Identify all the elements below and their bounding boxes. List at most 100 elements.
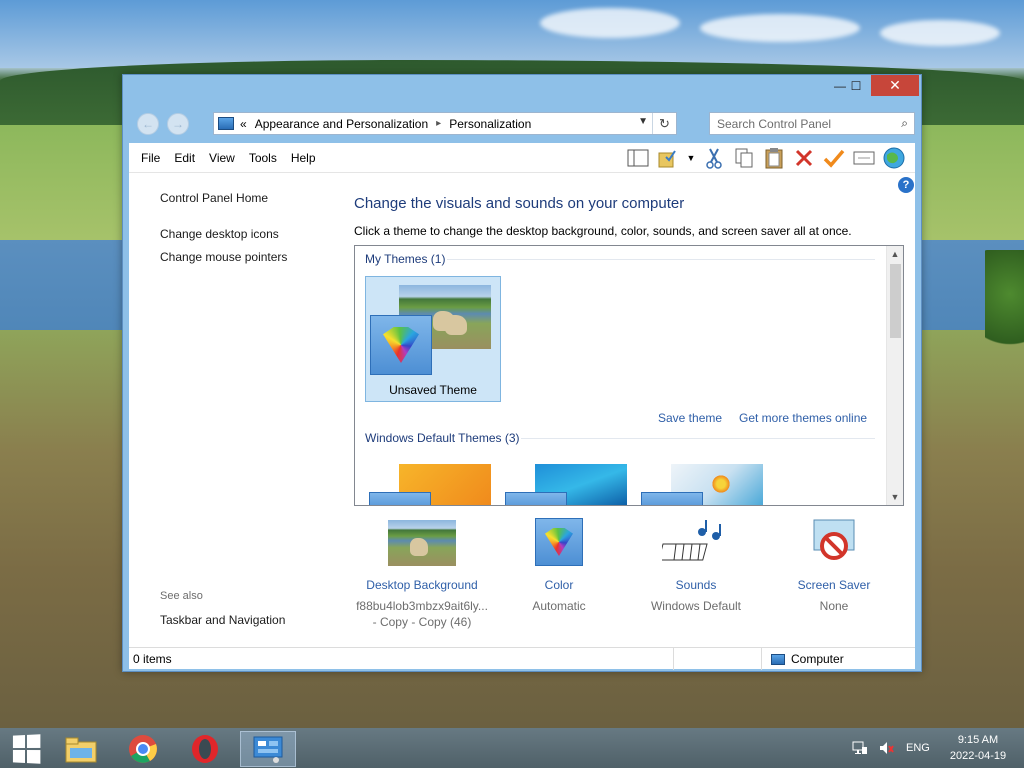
navigation-bar: ← → « Appearance and Personalization ▸ P… xyxy=(131,107,915,139)
menu-file[interactable]: File xyxy=(141,151,160,165)
wallpaper-cloud xyxy=(700,14,860,42)
network-icon[interactable] xyxy=(852,728,868,768)
sounds-value: Windows Default xyxy=(650,599,742,613)
globe-icon[interactable] xyxy=(881,146,907,170)
sounds-label[interactable]: Sounds xyxy=(626,578,766,592)
delete-icon[interactable] xyxy=(791,146,817,170)
screen-saver-label[interactable]: Screen Saver xyxy=(764,578,904,592)
color-fan-icon xyxy=(383,327,419,363)
theme-list[interactable]: My Themes (1) Unsaved Theme Save theme G… xyxy=(354,245,904,506)
desktop-background-label[interactable]: Desktop Background xyxy=(352,578,492,592)
screen-saver-icon xyxy=(800,518,868,566)
layout-icon[interactable] xyxy=(625,146,651,170)
control-panel-home-link[interactable]: Control Panel Home xyxy=(160,191,268,205)
scroll-down-icon[interactable]: ▼ xyxy=(887,489,903,505)
page-title: Change the visuals and sounds on your co… xyxy=(354,195,685,212)
theme-settings: Desktop Background f88bu4lob3mbzx9ait6ly… xyxy=(354,518,910,638)
language-indicator[interactable]: ENG xyxy=(906,728,930,768)
file-explorer-button[interactable] xyxy=(55,731,107,767)
group-divider xyxy=(521,438,875,439)
scrollbar-thumb[interactable] xyxy=(890,264,901,338)
desktop-background-value: f88bu4lob3mbzx9ait6ly... - Copy - Copy (… xyxy=(356,599,488,629)
dog-image xyxy=(445,315,467,335)
control-panel-icon xyxy=(218,117,234,130)
chrome-button[interactable] xyxy=(117,731,169,767)
properties-icon[interactable] xyxy=(851,146,877,170)
status-location: Computer xyxy=(771,652,844,666)
breadcrumb-appearance[interactable]: Appearance and Personalization xyxy=(255,117,428,131)
flower-image xyxy=(711,474,731,494)
screen-saver-value: None xyxy=(819,599,849,613)
desktop-background-icon xyxy=(388,518,456,566)
address-dropdown-icon[interactable]: ▼ xyxy=(638,116,648,127)
desktop-background-item[interactable]: Desktop Background f88bu4lob3mbzx9ait6ly… xyxy=(352,518,492,629)
wallpaper-cloud xyxy=(880,20,1000,46)
default-theme-flowers[interactable] xyxy=(641,464,763,505)
search-input[interactable]: Search Control Panel ⌕ xyxy=(709,112,915,135)
color-item[interactable]: Color Automatic xyxy=(489,518,629,613)
title-bar[interactable]: — ☐ ✕ xyxy=(123,75,921,101)
breadcrumb-personalization[interactable]: Personalization xyxy=(449,117,531,131)
main-content: ? Change the visuals and sounds on your … xyxy=(354,173,914,641)
language-label: ENG xyxy=(906,742,930,754)
page-description: Click a theme to change the desktop back… xyxy=(354,224,852,238)
folder-check-icon[interactable] xyxy=(655,146,681,170)
change-mouse-pointers-link[interactable]: Change mouse pointers xyxy=(160,250,287,264)
search-placeholder: Search Control Panel xyxy=(717,116,832,131)
windows-default-group-label[interactable]: Windows Default Themes (3) xyxy=(365,431,520,445)
control-panel-icon xyxy=(253,736,283,763)
cut-icon[interactable] xyxy=(701,146,727,170)
screen-saver-item[interactable]: Screen Saver None xyxy=(764,518,904,613)
item-count: 0 items xyxy=(133,652,172,666)
unsaved-theme-tile[interactable]: Unsaved Theme xyxy=(365,276,501,402)
paste-icon[interactable] xyxy=(761,146,787,170)
theme-color-swatch xyxy=(370,315,432,375)
my-themes-group-label[interactable]: My Themes (1) xyxy=(365,252,445,266)
save-theme-link[interactable]: Save theme xyxy=(658,411,722,425)
copy-icon[interactable] xyxy=(731,146,757,170)
menu-help[interactable]: Help xyxy=(291,151,316,165)
color-value: Automatic xyxy=(532,599,586,613)
window-client: File Edit View Tools Help ▼ Control Pane… xyxy=(129,143,915,670)
toolbar: ▼ xyxy=(621,146,907,170)
scroll-up-icon[interactable]: ▲ xyxy=(887,246,903,262)
menu-bar: File Edit View Tools Help ▼ xyxy=(129,143,915,173)
address-bar[interactable]: « Appearance and Personalization ▸ Perso… xyxy=(213,112,677,135)
search-icon[interactable]: ⌕ xyxy=(901,116,908,131)
menu-edit[interactable]: Edit xyxy=(174,151,195,165)
get-more-themes-link[interactable]: Get more themes online xyxy=(739,411,867,425)
opera-button[interactable] xyxy=(179,731,231,767)
back-button[interactable]: ← xyxy=(137,113,159,135)
maximize-button[interactable]: ☐ xyxy=(841,75,871,96)
clock-date: 2022-04-19 xyxy=(949,750,1007,762)
clock-time: 9:15 AM xyxy=(957,734,999,746)
clock[interactable]: 9:15 AM 2022-04-19 xyxy=(940,732,1016,764)
color-label[interactable]: Color xyxy=(489,578,629,592)
menu-tools[interactable]: Tools xyxy=(249,151,277,165)
check-icon[interactable] xyxy=(821,146,847,170)
opera-icon xyxy=(192,735,218,763)
theme-color-swatch xyxy=(641,492,703,505)
status-divider xyxy=(673,648,674,670)
default-theme-windows[interactable] xyxy=(369,464,491,505)
control-panel-taskbar-button[interactable] xyxy=(240,731,296,767)
sounds-item[interactable]: Sounds Windows Default xyxy=(626,518,766,613)
help-icon[interactable]: ? xyxy=(898,177,914,193)
dropdown-icon[interactable]: ▼ xyxy=(685,146,697,170)
start-button[interactable] xyxy=(0,731,52,767)
breadcrumb-separator-icon[interactable]: ▸ xyxy=(436,118,441,129)
default-theme-lines[interactable] xyxy=(505,464,627,505)
refresh-icon[interactable]: ↻ xyxy=(652,113,676,134)
taskbar-navigation-link[interactable]: Taskbar and Navigation xyxy=(160,613,285,627)
forward-button[interactable]: → xyxy=(167,113,189,135)
status-divider xyxy=(761,648,762,670)
close-button[interactable]: ✕ xyxy=(871,75,919,96)
breadcrumb-overflow[interactable]: « xyxy=(240,117,247,131)
theme-list-scrollbar[interactable]: ▲ ▼ xyxy=(886,246,903,505)
menu-view[interactable]: View xyxy=(209,151,235,165)
forward-arrow-icon: → xyxy=(172,117,184,131)
back-arrow-icon: ← xyxy=(142,117,154,131)
change-desktop-icons-link[interactable]: Change desktop icons xyxy=(160,227,279,241)
volume-muted-icon[interactable] xyxy=(878,728,894,768)
folder-icon xyxy=(65,737,97,763)
